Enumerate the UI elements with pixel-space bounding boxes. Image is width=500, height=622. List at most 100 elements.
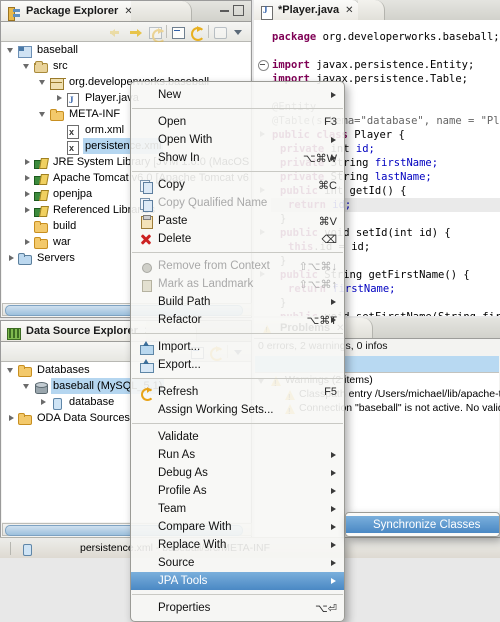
tab-player-java[interactable]: *Player.java ✕ [254,0,361,20]
menu-item-refresh[interactable]: Refresh F5 [131,383,344,401]
menu-item-import[interactable]: Import... [131,338,344,356]
menu-item-source[interactable]: Source [131,554,344,572]
folder-icon [17,363,32,378]
tree-item-baseball[interactable]: baseball [2,42,250,58]
tree-item-src[interactable]: src [2,58,250,74]
tree-item-label: openjpa [53,188,93,200]
menu-item-label: Debug As [158,467,208,479]
pkg-icon [49,75,64,90]
code-line: import javax.persistence.Entity; [272,59,475,71]
chevron-down-icon[interactable] [6,42,17,58]
menu-item-assign-working-sets[interactable]: Assign Working Sets... [131,401,344,419]
chevron-right-icon[interactable] [38,394,49,410]
menu-item-replace-with[interactable]: Replace With [131,536,344,554]
menu-item-label: Build Path [158,296,211,308]
submenu-arrow-icon [331,317,336,323]
menu-icon-spacer [139,88,154,103]
menu-item-label: Properties [158,602,211,614]
menu-icon-spacer [139,430,154,445]
menu-item-profile-as[interactable]: Profile As [131,482,344,500]
chevron-right-icon[interactable] [22,202,33,218]
editor-tabstrip: *Player.java ✕ [254,0,500,21]
menu-item-new[interactable]: New [131,86,344,104]
menu-item-copy[interactable]: Copy ⌘C [131,176,344,194]
chevron-right-icon[interactable] [6,410,17,426]
dbleaf-icon [49,395,64,410]
menu-item-validate[interactable]: Validate [131,428,344,446]
chevron-down-icon[interactable] [6,362,17,378]
forward-arrow-icon[interactable] [128,24,144,40]
maximize-view-icon[interactable] [233,5,244,16]
submenu-arrow-icon [331,524,336,530]
sync-icon[interactable] [189,24,205,40]
menu-item-label: Run As [158,449,196,461]
paste-icon [139,214,154,229]
menu-icon-spacer [139,574,154,589]
chevron-down-icon[interactable] [22,378,33,394]
chevron-down-icon[interactable] [38,106,49,122]
menu-item-debug-as[interactable]: Debug As [131,464,344,482]
menu-separator [132,171,343,172]
menu-icon-spacer [139,115,154,130]
menu-item-delete[interactable]: Delete ⌫ [131,230,344,248]
menu-item-show-in[interactable]: Show In ⌥⌘W [131,149,344,167]
expt-icon [139,358,154,373]
chevron-right-icon[interactable] [54,90,65,106]
submenu-arrow-icon [331,578,336,584]
view-menu-icon[interactable] [231,24,247,40]
menu-item-label: Replace With [158,539,227,551]
editor-tab-overflow [358,0,385,20]
menu-item-label: Paste [158,215,188,227]
submenu-arrow-icon [331,452,336,458]
chevron-down-icon[interactable] [38,74,49,90]
submenu-arrow-icon [331,92,336,98]
menu-icon-spacer [139,151,154,166]
menu-item-open-with[interactable]: Open With [131,131,344,149]
submenu-arrow-icon [331,299,336,305]
focus-on-active-task-icon[interactable] [212,24,228,40]
menu-item-paste[interactable]: Paste ⌘V [131,212,344,230]
menu-item-jpa-tools[interactable]: JPA Tools [131,572,344,590]
menu-item-properties[interactable]: Properties ⌥⏎ [131,599,344,617]
submenu-item-synchronize-classes[interactable]: Synchronize Classes [346,516,499,533]
menu-item-copy-qualified-name: Copy Qualified Name [131,194,344,212]
menu-item-team[interactable]: Team [131,500,344,518]
chevron-right-icon[interactable] [22,154,33,170]
menu-item-label: Copy [158,179,185,191]
link-with-editor-icon[interactable] [147,24,166,43]
menu-item-build-path[interactable]: Build Path [131,293,344,311]
menu-separator [132,333,343,334]
editor-tab-close-icon[interactable]: ✕ [345,5,353,16]
menu-separator [132,108,343,109]
menu-item-open[interactable]: Open F3 [131,113,344,131]
chevron-right-icon[interactable] [22,170,33,186]
submenu-arrow-icon [331,155,336,161]
menu-item-run-as[interactable]: Run As [131,446,344,464]
context-menu[interactable]: New Open F3 Open With Show In ⌥⌘W Copy ⌘C Copy Q… [130,81,345,622]
menu-icon-spacer [139,538,154,553]
menu-item-compare-with[interactable]: Compare With [131,518,344,536]
menu-item-label: Mark as Landmark [158,278,254,290]
jpa-tools-submenu[interactable]: Synchronize Classes [345,512,500,537]
chevron-right-icon[interactable] [6,250,17,266]
fold-collapse-icon[interactable] [258,60,269,71]
chevron-right-icon[interactable] [22,234,33,250]
chevron-right-icon[interactable] [22,186,33,202]
menu-item-export[interactable]: Export... [131,356,344,374]
menu-item-accelerator: ⌘C [318,179,337,192]
copy-icon [139,178,154,194]
menu-icon-spacer [139,295,154,310]
back-arrow-icon[interactable] [109,24,125,40]
ctx-icon [139,259,154,274]
chevron-down-icon[interactable] [22,58,33,74]
collapse-all-icon[interactable] [170,24,186,40]
package-explorer-tab-overflow [131,1,192,21]
tab-package-explorer[interactable]: Package Explorer ✕ [1,1,140,21]
menu-icon-spacer [139,313,154,328]
minimize-view-icon[interactable] [220,5,229,14]
menu-icon-spacer [139,403,154,418]
proj-icon [17,43,32,58]
tree-item-label: build [53,220,77,232]
tree-item-label: database [69,396,115,408]
menu-item-refactor[interactable]: Refactor ⌥⌘T [131,311,344,329]
